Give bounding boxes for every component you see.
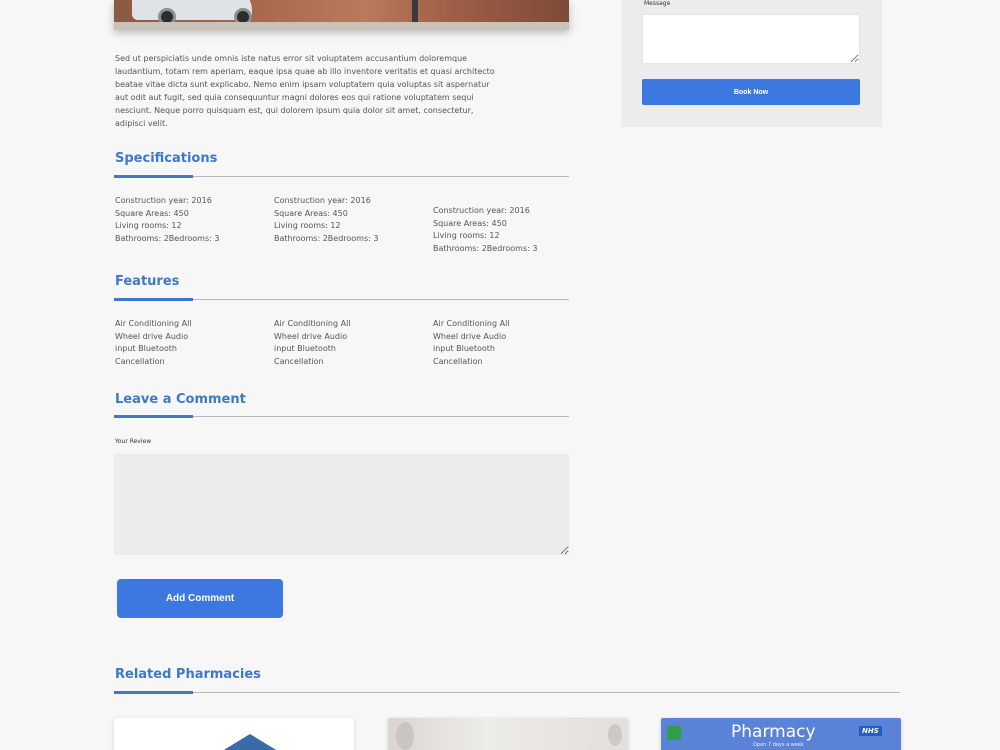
spec-item: Construction year: 2016 [274, 196, 371, 205]
pharmacy-cross-icon [667, 726, 681, 740]
spec-item: Square Areas: 450 [274, 208, 348, 218]
comment-heading: Leave a Comment [115, 392, 246, 407]
feature-item: Air Conditioning All [433, 319, 510, 328]
spec-item: Construction year: 2016 [433, 206, 530, 215]
spec-item: Bathrooms: 2Bedrooms: 3 [115, 233, 220, 243]
spec-item: Construction year: 2016 [115, 196, 212, 205]
feature-item: Wheel drive Audio [433, 331, 507, 341]
feature-item: Air Conditioning All [274, 319, 351, 328]
specifications-divider [114, 175, 569, 178]
property-description: Sed ut perspiciatis unde omnis iste natu… [115, 54, 495, 128]
specifications-column: Construction year: 2016 Square Areas: 45… [115, 195, 265, 245]
post-illustration [412, 0, 418, 24]
feature-item: input Bluetooth [433, 344, 495, 353]
feature-item: input Bluetooth [274, 344, 336, 353]
related-divider [114, 691, 900, 694]
related-pharmacies-heading: Related Pharmacies [115, 667, 261, 682]
feature-item: Cancellation [115, 356, 165, 366]
spec-item: Living rooms: 12 [433, 231, 500, 240]
related-pharmacy-card[interactable] [388, 718, 628, 750]
feature-item: Air Conditioning All [115, 319, 192, 328]
pharmacy-sign-text: Pharmacy [731, 722, 816, 742]
feature-item: Cancellation [274, 356, 324, 366]
ground [114, 22, 569, 30]
related-pharmacy-card[interactable]: Pharmacy Open 7 days a week NHS [661, 718, 901, 750]
features-column: Air Conditioning All Wheel drive Audio i… [433, 318, 583, 368]
message-textarea[interactable] [642, 14, 860, 64]
comment-divider [114, 415, 569, 418]
feature-item: Wheel drive Audio [274, 331, 348, 341]
spec-item: Bathrooms: 2Bedrooms: 3 [433, 243, 538, 253]
plant-illustration [608, 724, 622, 746]
features-divider [114, 298, 569, 301]
features-column: Air Conditioning All Wheel drive Audio i… [274, 318, 424, 368]
specifications-heading: Specifications [115, 151, 218, 166]
specifications-column: Construction year: 2016 Square Areas: 45… [274, 195, 424, 245]
features-heading: Features [115, 274, 180, 289]
review-label: Your Review [115, 438, 152, 445]
plant-illustration [396, 722, 414, 750]
feature-item: Wheel drive Audio [115, 331, 189, 341]
spec-item: Living rooms: 12 [115, 221, 182, 230]
feature-item: input Bluetooth [115, 344, 177, 353]
spec-item: Square Areas: 450 [115, 208, 189, 218]
nhs-badge: NHS [859, 726, 882, 736]
review-textarea[interactable] [114, 454, 569, 555]
add-comment-button[interactable]: Add Comment [117, 579, 283, 618]
spec-item: Living rooms: 12 [274, 221, 341, 230]
spec-item: Square Areas: 450 [433, 218, 507, 228]
booking-panel: Message Book Now [621, 0, 882, 127]
book-now-button[interactable]: Book Now [642, 79, 860, 105]
pharmacy-sign-subtext: Open 7 days a week [753, 742, 804, 748]
related-pharmacy-card[interactable] [114, 718, 354, 750]
spec-item: Bathrooms: 2Bedrooms: 3 [274, 233, 379, 243]
features-column: Air Conditioning All Wheel drive Audio i… [115, 318, 265, 368]
feature-item: Cancellation [433, 356, 483, 366]
building-roof-illustration [214, 734, 286, 750]
message-label: Message [644, 0, 671, 7]
specifications-column: Construction year: 2016 Square Areas: 45… [433, 205, 583, 255]
property-hero-image [114, 0, 569, 30]
